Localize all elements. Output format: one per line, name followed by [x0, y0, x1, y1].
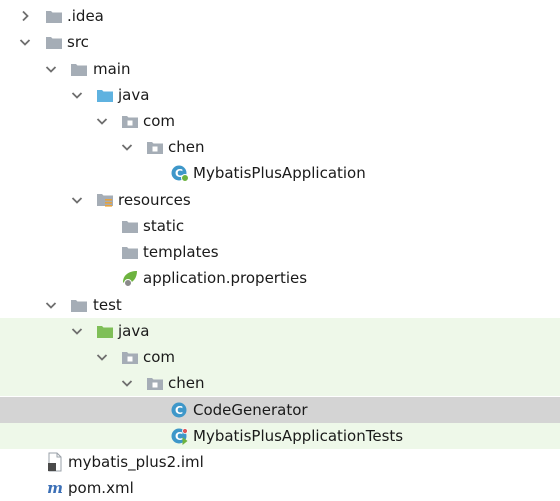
tree-item-src[interactable]: src: [0, 29, 560, 55]
chevron-down-icon[interactable]: [43, 56, 59, 82]
folder-icon: [69, 56, 89, 82]
tree-item-idea[interactable]: .idea: [0, 3, 560, 29]
module-file-icon: [45, 449, 65, 475]
class-icon: C: [170, 397, 190, 423]
tree-item-label: chen: [168, 138, 205, 156]
spring-boot-class-icon: C: [170, 160, 190, 186]
tree-item-application-properties[interactable]: application.properties: [0, 265, 560, 291]
maven-icon: m: [45, 475, 65, 501]
tree-item-test-chen[interactable]: chen: [0, 370, 560, 396]
chevron-down-icon[interactable]: [69, 82, 85, 108]
chevron-down-icon[interactable]: [17, 29, 33, 55]
package-icon: [120, 108, 140, 134]
tree-item-static[interactable]: static: [0, 213, 560, 239]
tree-item-label: test: [93, 296, 122, 314]
folder-icon: [120, 239, 140, 265]
folder-icon: [44, 29, 64, 55]
tree-item-templates[interactable]: templates: [0, 239, 560, 265]
tree-item-label: src: [67, 33, 89, 51]
tree-item-main-java[interactable]: java: [0, 82, 560, 108]
tree-item-iml-file[interactable]: mybatis_plus2.iml: [0, 449, 560, 475]
tree-item-label: chen: [168, 374, 205, 392]
chevron-down-icon[interactable]: [94, 108, 110, 134]
tree-item-label: MybatisPlusApplication: [193, 164, 366, 182]
chevron-right-icon[interactable]: [17, 3, 33, 29]
tree-item-label: com: [143, 348, 176, 366]
svg-text:C: C: [175, 430, 183, 443]
tree-item-label: .idea: [67, 7, 104, 25]
test-class-icon: C: [170, 423, 190, 449]
tree-item-label: com: [143, 112, 176, 130]
tree-item-test[interactable]: test: [0, 292, 560, 318]
tree-item-label: application.properties: [143, 269, 308, 287]
tree-item-main-com[interactable]: com: [0, 108, 560, 134]
tree-item-pom-xml[interactable]: m pom.xml: [0, 475, 560, 501]
chevron-down-icon[interactable]: [94, 344, 110, 370]
package-icon: [145, 370, 165, 396]
tree-item-mybatis-plus-application-tests[interactable]: C MybatisPlusApplicationTests: [0, 423, 560, 449]
tree-item-label: pom.xml: [68, 479, 134, 497]
tree-item-label: java: [118, 86, 150, 104]
package-icon: [145, 134, 165, 160]
chevron-down-icon[interactable]: [43, 292, 59, 318]
tree-item-label: MybatisPlusApplicationTests: [193, 427, 404, 445]
tree-item-label: templates: [143, 243, 219, 261]
chevron-down-icon[interactable]: [69, 318, 85, 344]
tree-item-test-com[interactable]: com: [0, 344, 560, 370]
tree-item-mybatis-plus-application[interactable]: C MybatisPlusApplication: [0, 160, 560, 186]
tree-item-code-generator[interactable]: C CodeGenerator: [0, 397, 560, 423]
chevron-down-icon[interactable]: [119, 134, 135, 160]
source-folder-icon: [95, 82, 115, 108]
folder-icon: [44, 3, 64, 29]
tree-item-label: mybatis_plus2.iml: [68, 453, 204, 471]
resources-folder-icon: [95, 187, 115, 213]
folder-icon: [69, 292, 89, 318]
tree-item-label: java: [118, 322, 150, 340]
folder-icon: [120, 213, 140, 239]
tree-item-resources[interactable]: resources: [0, 187, 560, 213]
chevron-down-icon[interactable]: [119, 370, 135, 396]
tree-item-label: CodeGenerator: [193, 401, 308, 419]
tree-item-label: static: [143, 217, 185, 235]
tree-item-main[interactable]: main: [0, 56, 560, 82]
tree-item-main-chen[interactable]: chen: [0, 134, 560, 160]
chevron-down-icon[interactable]: [69, 187, 85, 213]
spring-properties-icon: [120, 265, 140, 291]
package-icon: [120, 344, 140, 370]
test-source-folder-icon: [95, 318, 115, 344]
tree-item-label: main: [93, 60, 131, 78]
svg-text:m: m: [47, 480, 63, 496]
svg-text:C: C: [175, 404, 183, 417]
project-tree: .idea src main java com chen C MybatisPl…: [0, 0, 560, 501]
tree-item-test-java[interactable]: java: [0, 318, 560, 344]
tree-item-label: resources: [118, 191, 191, 209]
